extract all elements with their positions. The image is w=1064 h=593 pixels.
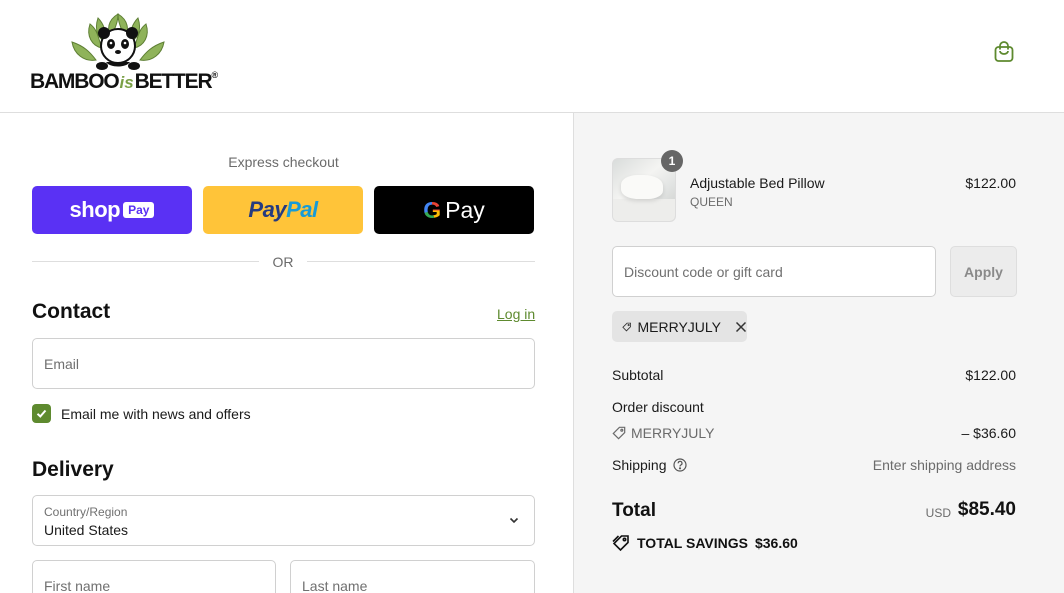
brand-logo[interactable]: BAMBOOisBETTER® [30,12,218,94]
applied-code-chip: MERRYJULY [612,311,747,342]
order-discount-code: MERRYJULY [612,425,715,441]
paypal-button[interactable]: PayPal [203,186,363,234]
shop-pay-label: shop [69,197,121,222]
savings-value: $36.60 [754,535,798,551]
subtotal-value: $122.00 [965,367,1016,383]
shipping-value: Enter shipping address [872,457,1016,473]
total-savings: TOTAL SAVINGS $36.60 [612,534,798,552]
email-field[interactable]: Email [32,338,535,389]
remove-code-button[interactable] [735,321,747,333]
savings-label: TOTAL SAVINGS [637,535,748,551]
country-select[interactable]: Country/Region United States [32,495,535,546]
country-label: Country/Region [44,505,128,519]
apply-button[interactable]: Apply [950,246,1017,297]
or-separator: OR [272,254,294,270]
subtotal-label: Subtotal [612,367,664,383]
country-value: United States [44,522,129,538]
last-name-field[interactable]: Last name [290,560,535,593]
help-circle-icon[interactable] [672,458,687,472]
order-summary: 1 Adjustable Bed Pillow QUEEN $122.00 Di… [573,113,1064,593]
shipping-label: Shipping [612,457,687,473]
chevron-down-icon [509,517,519,524]
tag-icon [622,322,632,331]
first-name-field[interactable]: First name [32,560,276,593]
panda-logo-icon [71,13,165,70]
delivery-title: Delivery [32,458,114,481]
total-label: Total [612,500,656,521]
close-icon [735,321,747,332]
newsletter-checkbox[interactable] [32,404,51,423]
order-discount-value: – $36.60 [961,425,1017,441]
shopping-bag-icon[interactable] [992,40,1016,64]
checkmark-icon [36,409,47,418]
header: BAMBOOisBETTER® [0,0,1064,113]
email-placeholder: Email [44,356,80,372]
paypal-label: PayPal [248,197,318,222]
google-pay-button[interactable]: G Pay [374,186,534,234]
order-discount-label: Order discount [612,399,704,415]
divider [307,261,535,262]
discount-placeholder: Discount code or gift card [624,264,783,280]
product-name: Adjustable Bed Pillow [690,175,825,191]
login-link[interactable]: Log in [497,306,535,322]
total-currency: USD [925,506,951,520]
total-value: $85.40 [957,499,1016,520]
contact-title: Contact [32,300,111,323]
shop-pay-button[interactable]: shop Pay [32,186,192,234]
google-pay-label: G Pay [423,196,485,223]
discount-code-input[interactable]: Discount code or gift card [612,246,936,297]
product-price: $122.00 [965,175,1016,191]
divider [32,261,259,262]
last-name-placeholder: Last name [302,578,368,593]
checkout-form: Express checkout shop Pay PayPal G Pay OR … [0,113,573,593]
product-variant: QUEEN [690,195,733,209]
shop-pay-badge: Pay [123,202,155,218]
applied-code-label: MERRYJULY [637,318,721,335]
brand-wordmark: BAMBOOisBETTER® [30,70,218,93]
first-name-placeholder: First name [44,578,111,593]
newsletter-label: Email me with news and offers [61,406,251,422]
savings-tag-icon [612,535,629,552]
quantity-badge: 1 [661,150,683,172]
tag-icon [612,426,626,440]
express-checkout-title: Express checkout [228,154,339,170]
google-g-icon: G [423,196,442,223]
